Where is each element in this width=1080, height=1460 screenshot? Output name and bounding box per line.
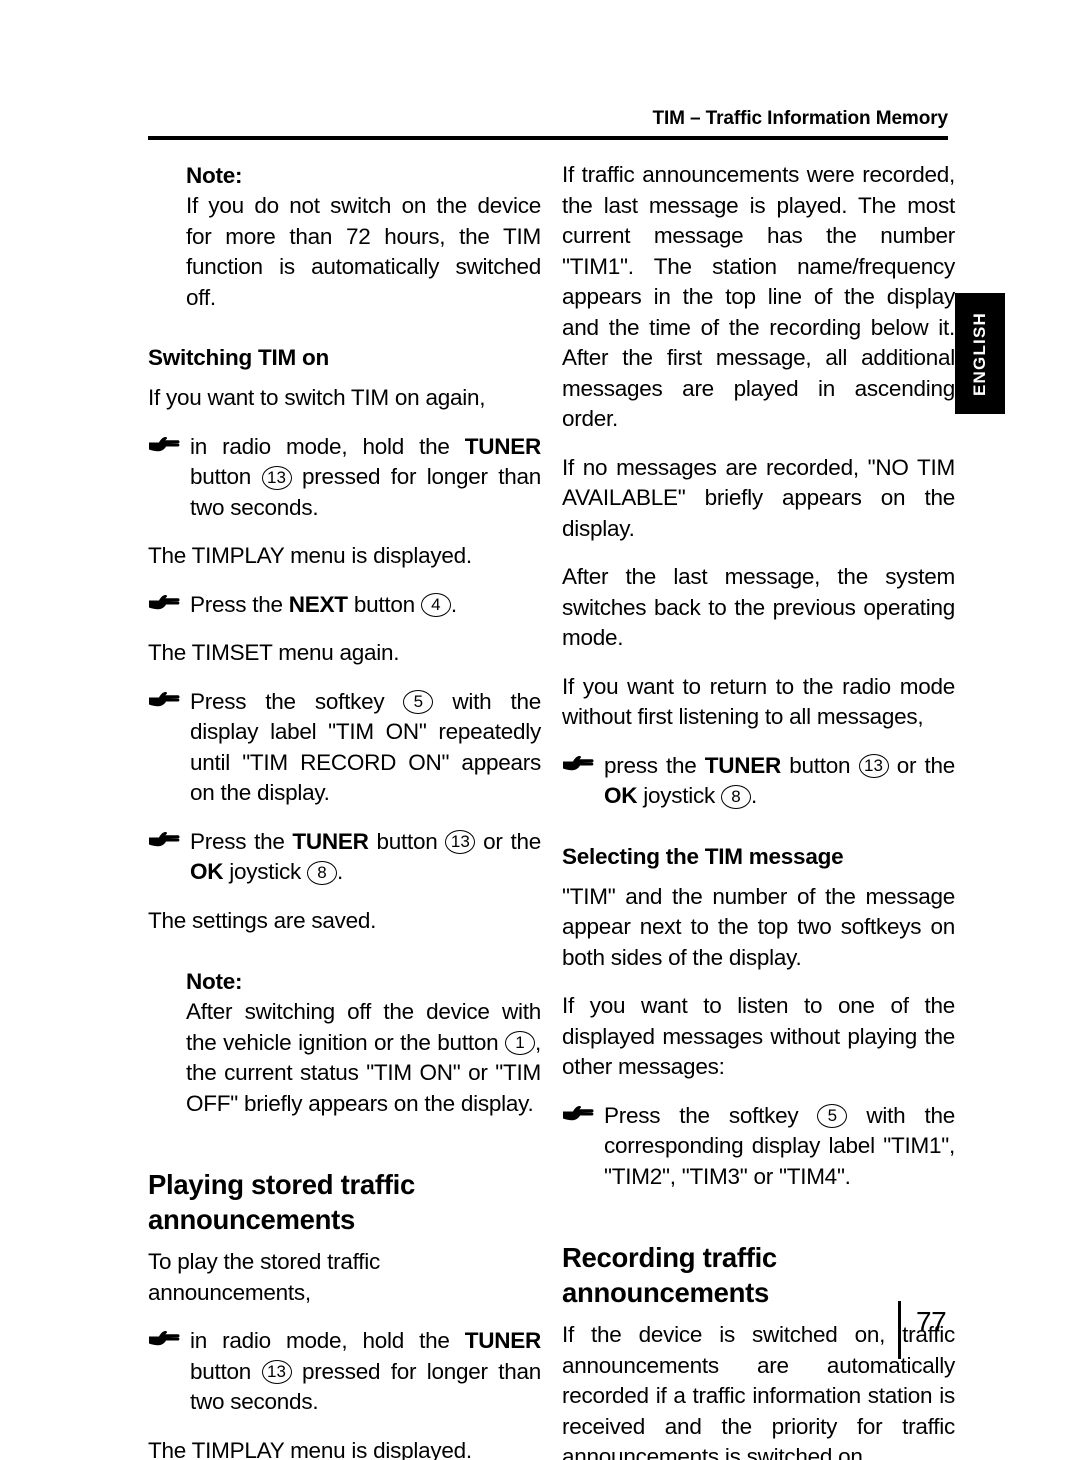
note-label: Note: [186, 163, 243, 188]
language-side-tab-label: ENGLISH [970, 311, 989, 396]
note-label: Note: [186, 969, 243, 994]
instruction-text: Press the NEXT button 4. [190, 591, 457, 617]
instruction-item: in radio mode, hold the TUNER button 13 … [148, 432, 541, 524]
instruction-text: Press the softkey 5 with the display lab… [190, 688, 541, 806]
button-reference-13: 13 [261, 1360, 292, 1384]
paragraph-timset-again: The TIMSET menu again. [148, 640, 400, 665]
paragraph-switch-intro: If you want to switch TIM on again, [148, 385, 486, 410]
paragraph-after-last-message: After the last message, the system switc… [562, 564, 955, 650]
pointing-hand-icon [148, 1329, 180, 1351]
heading-selecting-the-tim-message: Selecting the TIM message [562, 843, 844, 869]
instruction-item: Press the TUNER button 13 or the OK joys… [148, 827, 541, 888]
paragraph-no-tim-available: If no messages are recorded, "NO TIM AVA… [562, 454, 955, 541]
instruction-item: press the TUNER button 13 or the OK joys… [562, 751, 955, 812]
button-reference-13: 13 [261, 465, 292, 490]
instruction-item: Press the NEXT button 4. [148, 590, 541, 621]
button-reference-8: 8 [307, 860, 338, 885]
button-reference-13: 13 [858, 754, 889, 778]
instruction-text: in radio mode, hold the TUNER button 13 … [190, 433, 541, 520]
button-reference-5: 5 [403, 690, 434, 714]
pointing-hand-icon [148, 435, 180, 457]
button-reference-13: 13 [445, 830, 476, 854]
paragraph-playback-behaviour: If traffic announcements were recorded, … [562, 162, 955, 431]
heading-playing-stored-traffic-announcements: Playing stored traffic announcements [148, 1169, 415, 1235]
header-rule [148, 136, 948, 140]
pointing-hand-icon [562, 754, 594, 776]
pointing-hand-icon [562, 1104, 594, 1126]
paragraph-play-intro: To play the stored traffic announcements… [148, 1249, 380, 1305]
language-side-tab: ENGLISH [955, 293, 1005, 414]
left-column: Note: If you do not switch on the device… [148, 160, 541, 1460]
paragraph-timplay-displayed: The TIMPLAY menu is displayed. [148, 543, 472, 568]
instruction-text: Press the softkey 5 with the correspondi… [604, 1102, 955, 1189]
button-reference-8: 8 [721, 784, 752, 809]
button-reference-5: 5 [817, 1104, 848, 1128]
paragraph-tim-number-position: "TIM" and the number of the message appe… [562, 883, 955, 970]
instruction-text: in radio mode, hold the TUNER button 13 … [190, 1328, 541, 1414]
button-reference-4: 4 [420, 593, 451, 617]
footer-rule [898, 1301, 901, 1359]
instruction-item: Press the softkey 5 with the display lab… [148, 687, 541, 809]
heading-recording-traffic-announcements: Recording traffic announcements [562, 1242, 777, 1308]
instruction-text: press the TUNER button 13 or the OK joys… [604, 752, 955, 809]
note-text: After switching off the device with the … [186, 999, 541, 1116]
pointing-hand-icon [148, 593, 180, 615]
note-block-2: Note: After switching off the device wit… [148, 966, 541, 1119]
paragraph-timplay-displayed-2: The TIMPLAY menu is displayed. [148, 1437, 472, 1460]
paragraph-settings-saved: The settings are saved. [148, 907, 377, 933]
document-page: TIM – Traffic Information Memory ENGLISH… [0, 0, 1080, 1460]
running-head: TIM – Traffic Information Memory [652, 108, 948, 129]
button-reference-1: 1 [504, 1031, 535, 1055]
right-column: If traffic announcements were recorded, … [562, 160, 955, 1460]
note-text: If you do not switch on the device for m… [186, 193, 541, 310]
paragraph-listen-single-message: If you want to listen to one of the disp… [562, 993, 955, 1079]
pointing-hand-icon [148, 690, 180, 712]
instruction-item: in radio mode, hold the TUNER button 13 … [148, 1326, 541, 1418]
paragraph-recording-behaviour: If the device is switched on, traffic an… [562, 1322, 955, 1460]
instruction-text: Press the TUNER button 13 or the OK joys… [190, 828, 542, 885]
paragraph-return-to-radio: If you want to return to the radio mode … [562, 673, 955, 730]
heading-switching-tim-on: Switching TIM on [148, 345, 329, 370]
page-number: 77 [916, 1306, 947, 1337]
pointing-hand-icon [148, 830, 180, 852]
instruction-item: Press the softkey 5 with the correspondi… [562, 1101, 955, 1193]
note-block-1: Note: If you do not switch on the device… [148, 160, 541, 313]
